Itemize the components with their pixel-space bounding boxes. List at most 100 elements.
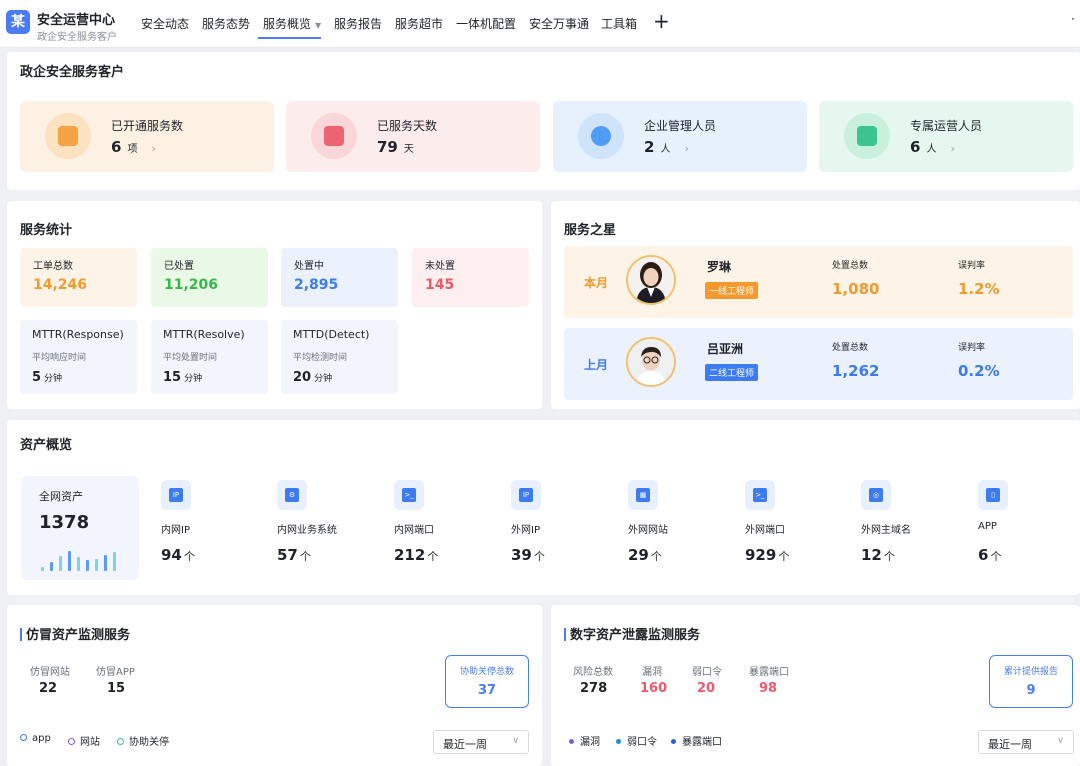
- stat-value: 2,895: [294, 277, 339, 293]
- legend-item-weak-password[interactable]: 弱口令: [616, 733, 657, 748]
- kpi-value: 278: [580, 681, 608, 696]
- asset-glyph: >_: [753, 488, 767, 502]
- phone-icon: ▯: [978, 480, 1008, 510]
- nav-item-service-report[interactable]: 服务报告: [334, 15, 382, 32]
- misjudge-label: 误判率: [958, 261, 986, 271]
- asset-glyph: IP: [519, 488, 533, 502]
- star-period: 本月: [584, 276, 609, 290]
- legend-item-vulnerability[interactable]: 漏洞: [569, 733, 600, 748]
- handled-value: 1,080: [832, 280, 880, 298]
- kpi-label: 风险总数: [573, 667, 613, 678]
- legend-item-exposed-port[interactable]: 暴露端口: [671, 733, 722, 748]
- summary-card-label: 已服务天数: [377, 119, 438, 133]
- legend-item-website[interactable]: 网站: [68, 733, 100, 748]
- mini-bar: [113, 552, 116, 571]
- nav-item-security-wiki[interactable]: 安全万事通: [529, 15, 589, 32]
- nav-item-security-news[interactable]: 安全动态: [141, 15, 189, 32]
- legend-ring-icon: [68, 738, 75, 745]
- total-assets-card[interactable]: 全网资产 1378: [21, 476, 139, 580]
- misjudge-label: 误判率: [958, 343, 986, 353]
- mini-bar: [104, 555, 107, 571]
- asset-value[interactable]: 94 个: [161, 546, 195, 564]
- legend-dot-icon: [616, 739, 621, 744]
- top-nav-bar: 某 安全运营中心 政企安全服务客户 安全动态 服务态势 服务概览 ▼ 服务报告 服…: [0, 0, 1080, 48]
- asset-label: 外网端口: [745, 525, 785, 536]
- app-logo[interactable]: 某: [6, 10, 30, 34]
- assets-title: 资产概览: [20, 438, 73, 453]
- legend-item-takedown[interactable]: 协助关停: [117, 733, 169, 748]
- summary-card-label: 企业管理人员: [644, 119, 717, 133]
- nav-item-service-overview[interactable]: 服务概览 ▼: [263, 15, 321, 32]
- mini-bar: [50, 562, 53, 571]
- summary-card-managers[interactable]: 企业管理人员 2 人 ›: [553, 101, 807, 172]
- metric-value: 20 分钟: [293, 370, 333, 385]
- service-star-row-last-month[interactable]: 上月 吕亚洲 二线工程师 处置总数 1,262 误判率 0.2%: [564, 328, 1073, 400]
- service-star-row-this-month[interactable]: 本月 罗琳 一线工程师 处置总数 1,080 误判率 1.2%: [564, 246, 1073, 318]
- stat-value: 11,206: [164, 277, 219, 293]
- kpi-label: 仿冒APP: [96, 667, 135, 678]
- app-title: 安全运营中心: [37, 13, 116, 28]
- stat-label: 未处置: [425, 261, 455, 272]
- kpi-label: 漏洞: [642, 667, 662, 678]
- asset-value[interactable]: 6个: [978, 546, 1001, 564]
- nav-item-service-market[interactable]: 服务超市: [395, 15, 443, 32]
- time-range-select[interactable]: 最近一周 ∨: [978, 730, 1074, 754]
- kpi-value: 20: [697, 681, 716, 696]
- kpi-value: 15: [107, 681, 126, 696]
- nav-item-toolbox[interactable]: 工具箱: [601, 15, 637, 32]
- mini-bar-chart: [41, 551, 121, 571]
- ip-icon: IP: [511, 480, 541, 510]
- mini-bar: [77, 557, 80, 571]
- asset-value[interactable]: 929 个: [745, 546, 789, 564]
- app-subtitle: 政企安全服务客户: [37, 32, 117, 43]
- chevron-right-icon: ›: [151, 142, 156, 155]
- asset-label: APP: [978, 521, 997, 532]
- asset-value[interactable]: 12 个: [861, 546, 895, 564]
- time-range-select[interactable]: 最近一周 ∨: [433, 730, 529, 754]
- mini-bar: [95, 559, 98, 571]
- mini-bar: [68, 551, 71, 571]
- metric-value: 15 分钟: [163, 370, 203, 385]
- add-tab-icon[interactable]: +: [653, 9, 670, 33]
- avatar: [626, 337, 676, 387]
- summary-card-days[interactable]: 已服务天数 79 天: [286, 101, 540, 172]
- asset-value[interactable]: 39 个: [511, 546, 545, 564]
- active-tab-indicator: [258, 37, 321, 39]
- counterfeit-title: 仿冒资产监测服务: [20, 624, 130, 643]
- asset-value[interactable]: 29 个: [628, 546, 662, 564]
- stat-card-unhandled[interactable]: 未处置 145: [412, 248, 529, 307]
- caret-down-icon: ▼: [315, 21, 322, 30]
- nav-item-appliance-config[interactable]: 一体机配置: [456, 15, 516, 32]
- summary-card-operators[interactable]: 专属运营人员 6 人 ›: [819, 101, 1073, 172]
- metric-title: MTTR(Resolve): [163, 328, 245, 341]
- asset-glyph: ▯: [986, 488, 1000, 502]
- stat-card-handled[interactable]: 已处置 11,206: [151, 248, 268, 307]
- summary-card-value: 6 人 ›: [910, 138, 955, 156]
- asset-label: 内网业务系统: [277, 525, 337, 536]
- stat-card-total-tickets[interactable]: 工单总数 14,246: [20, 248, 137, 307]
- handled-label: 处置总数: [832, 261, 869, 271]
- kpi-value: 22: [39, 681, 58, 696]
- leak-title: 数字资产泄露监测服务: [564, 624, 700, 643]
- asset-label: 外网主域名: [861, 525, 911, 536]
- more-icon[interactable]: ·: [1071, 12, 1075, 26]
- asset-value[interactable]: 57 个: [277, 546, 311, 564]
- reports-provided-total[interactable]: 累计提供报告 9: [989, 655, 1073, 708]
- summary-card-label: 专属运营人员: [910, 119, 983, 133]
- assisted-takedown-total[interactable]: 协助关停总数 37: [445, 655, 529, 708]
- summary-card-services[interactable]: 已开通服务数 6 项 ›: [20, 101, 274, 172]
- asset-value[interactable]: 212 个: [394, 546, 438, 564]
- handled-value: 1,262: [832, 362, 880, 380]
- legend-item-app[interactable]: app: [20, 733, 51, 744]
- calendar-icon: [311, 113, 357, 159]
- stat-label: 已处置: [164, 261, 194, 272]
- engineer-level-badge: 二线工程师: [705, 364, 759, 381]
- star-period: 上月: [584, 358, 609, 372]
- nav-item-service-situation[interactable]: 服务态势: [202, 15, 250, 32]
- stat-label: 工单总数: [33, 261, 73, 272]
- terminal-port-icon: >_: [394, 480, 424, 510]
- stat-card-in-progress[interactable]: 处置中 2,895: [281, 248, 398, 307]
- metric-subtitle: 平均检测时间: [293, 353, 348, 363]
- summary-title: 政企安全服务客户: [20, 65, 125, 80]
- kpi-label: 仿冒网站: [30, 667, 70, 678]
